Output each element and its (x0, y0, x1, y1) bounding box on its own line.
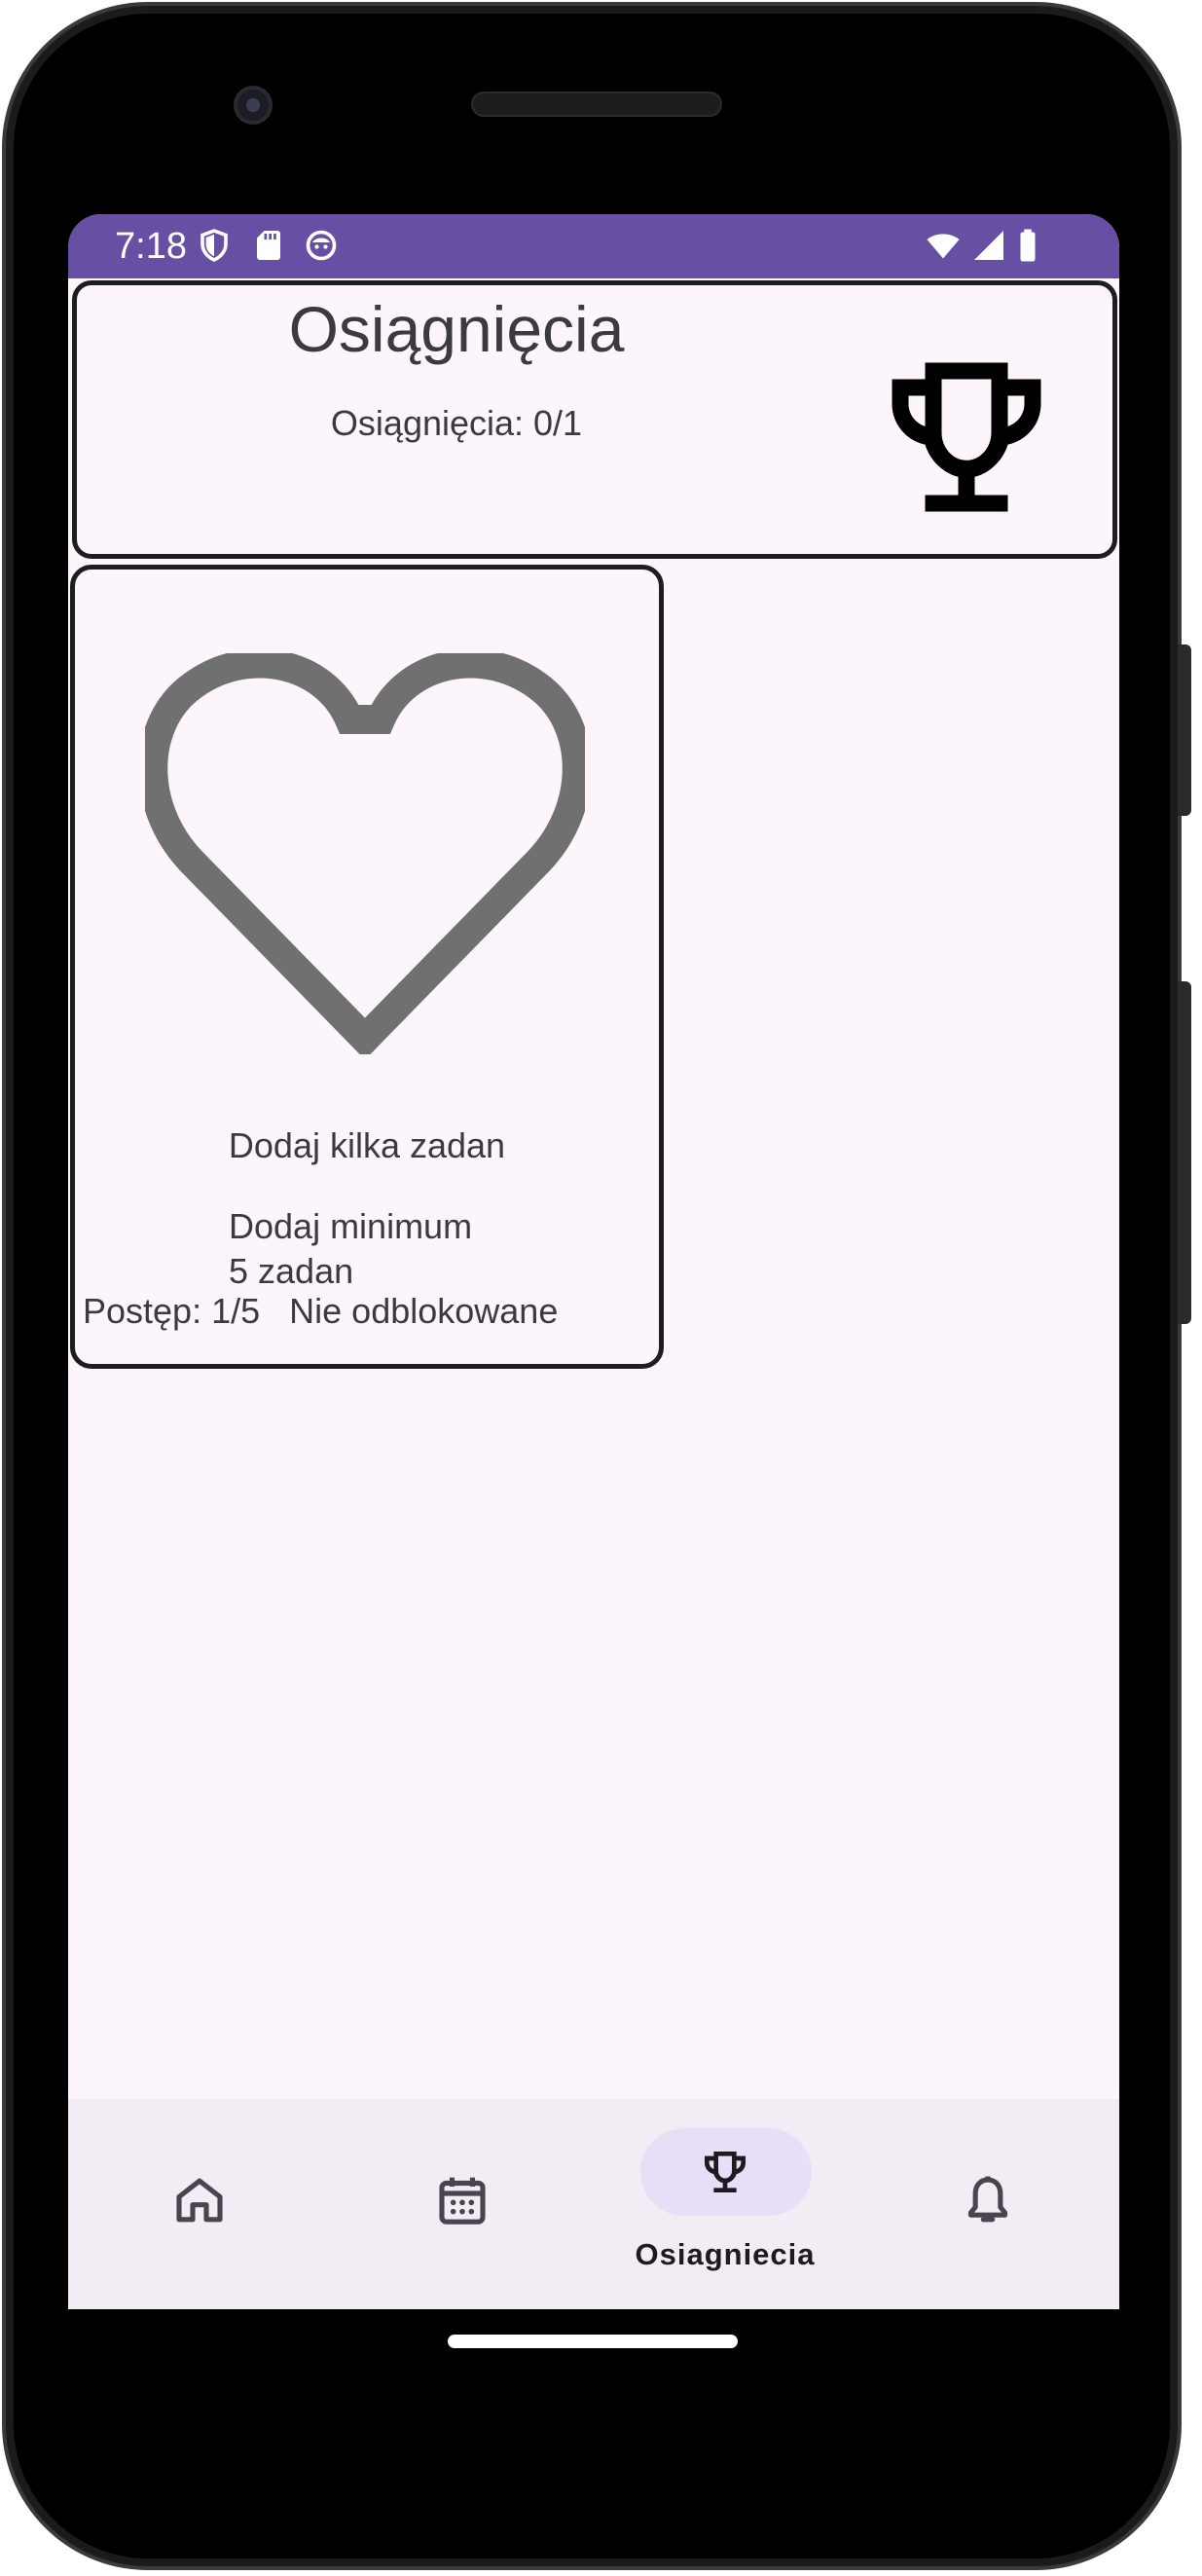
heart-outline-icon (145, 653, 585, 1054)
nav-item-achievements[interactable]: Osiagniecia (594, 2099, 856, 2309)
header-card: Osiągnięcia Osiągnięcia: 0/1 (72, 280, 1117, 559)
achievement-description: Dodaj minimum 5 zadan (229, 1204, 560, 1294)
battery-icon (1020, 229, 1036, 262)
face-icon (306, 230, 337, 261)
page-title: Osiągnięcia (288, 293, 625, 365)
status-time: 7:18 (115, 226, 187, 267)
bell-icon (967, 2176, 1008, 2223)
volume-button (1178, 981, 1191, 1324)
signal-icon (974, 231, 1003, 260)
achievement-footer: Postęp: 1/5 Nie odblokowane (83, 1290, 659, 1333)
bottom-navigation: Osiagniecia (68, 2099, 1119, 2309)
front-camera (234, 86, 273, 125)
nav-item-calendar[interactable] (331, 2099, 594, 2309)
shield-icon (200, 229, 228, 262)
home-indicator[interactable] (448, 2335, 738, 2348)
trophy-icon (892, 362, 1041, 512)
nav-label-achievements: Osiagniecia (635, 2237, 816, 2271)
nav-item-notifications[interactable] (856, 2099, 1119, 2309)
achievement-status: Nie odblokowane (289, 1291, 559, 1331)
nav-item-home[interactable] (68, 2099, 331, 2309)
achievement-title: Dodaj kilka zadan (228, 1125, 506, 1165)
phone-frame: 7:18 Osiągnięcia Osiągnięcia: 0/1 Dodaj … (0, 0, 1202, 2576)
achievement-progress: Postęp: 1/5 (83, 1291, 261, 1331)
achievement-card[interactable]: Dodaj kilka zadan Dodaj minimum 5 zadan … (70, 565, 664, 1369)
achievement-description-line: 5 zadan (229, 1251, 354, 1291)
status-bar: 7:18 (68, 214, 1119, 278)
power-button (1178, 644, 1191, 816)
wifi-icon (927, 234, 960, 259)
achievement-description-line: Dodaj minimum (229, 1206, 473, 1246)
earpiece-speaker (471, 92, 722, 117)
screen: 7:18 Osiągnięcia Osiągnięcia: 0/1 Dodaj … (68, 214, 1119, 2309)
sd-card-icon (257, 231, 280, 260)
home-icon (176, 2178, 223, 2223)
achievements-count: Osiągnięcia: 0/1 (330, 403, 583, 443)
trophy-icon (705, 2152, 746, 2192)
calendar-icon (439, 2177, 486, 2225)
